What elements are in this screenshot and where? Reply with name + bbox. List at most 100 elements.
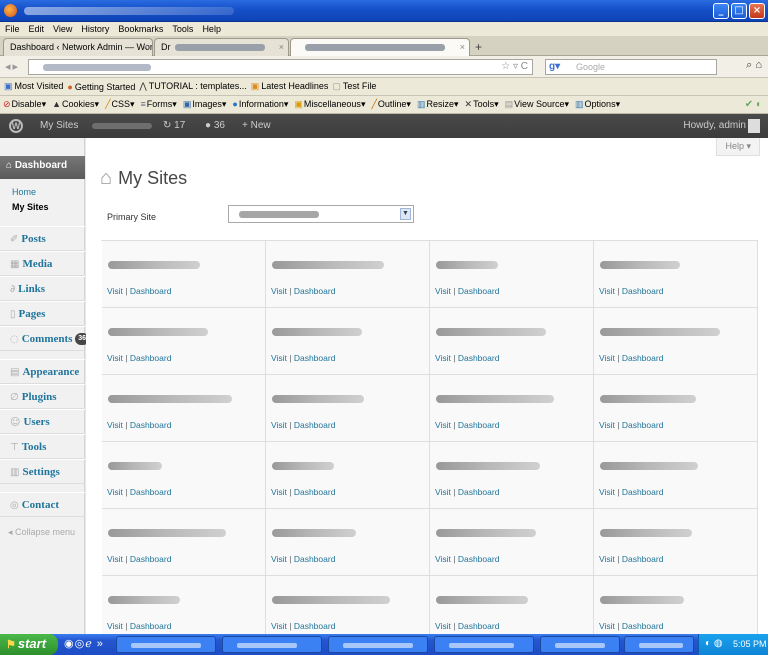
site-name-redacted[interactable] [436,395,554,403]
dashboard-link[interactable]: Dashboard [458,353,500,363]
visit-link[interactable]: Visit [271,420,287,430]
visit-link[interactable]: Visit [271,353,287,363]
taskbar-window-5[interactable] [540,636,620,653]
sidebar-item-links[interactable]: ∂ Links [0,276,85,301]
help-tab-button[interactable]: Help ▾ [716,138,760,156]
visit-link[interactable]: Visit [435,286,451,296]
close-tab-icon[interactable]: × [279,42,284,52]
visit-link[interactable]: Visit [435,554,451,564]
dashboard-link[interactable]: Dashboard [622,353,664,363]
dev-options[interactable]: ▥Options▾ [575,99,620,110]
site-name-redacted[interactable] [600,462,698,470]
visit-link[interactable]: Visit [271,487,287,497]
visit-link[interactable]: Visit [599,420,615,430]
bookmark-getting-started[interactable]: ● Getting Started [67,82,135,92]
tab-dashboard[interactable]: Dashboard ‹ Network Admin — WordPress × [3,38,153,56]
sidebar-item-pages[interactable]: ▯ Pages [0,301,85,326]
menu-history[interactable]: History [81,24,109,34]
dev-cookies[interactable]: ▲Cookies▾ [52,99,99,110]
dashboard-link[interactable]: Dashboard [458,621,500,631]
site-name-redacted[interactable] [436,261,498,269]
back-forward-icon[interactable]: ◂▸ [5,60,20,73]
maximize-button[interactable]: □ [731,3,747,19]
collapse-menu-button[interactable]: ◂ Collapse menu [8,527,75,538]
visit-link[interactable]: Visit [599,286,615,296]
quick-launch-icons[interactable]: ◉◎ℯ » [64,637,104,650]
sidebar-item-plugins[interactable]: ∅ Plugins [0,384,85,409]
dashboard-link[interactable]: Dashboard [130,286,172,296]
site-name-redacted[interactable] [108,462,162,470]
site-name-redacted[interactable] [108,328,208,336]
site-name-redacted[interactable] [272,529,356,537]
admin-bar-site-redacted[interactable] [92,123,152,129]
site-name-redacted[interactable] [272,261,384,269]
taskbar-window-2[interactable] [222,636,322,653]
visit-link[interactable]: Visit [599,621,615,631]
site-name-redacted[interactable] [272,328,362,336]
dev-tools[interactable]: ✕Tools▾ [465,99,499,110]
close-tab-icon[interactable]: × [460,42,465,52]
dashboard-link[interactable]: Dashboard [294,353,336,363]
bookmark-tutorial[interactable]: ⋀ TUTORIAL : templates... [139,81,246,92]
taskbar-window-1[interactable] [116,636,216,653]
visit-link[interactable]: Visit [435,487,451,497]
sidebar-item-appearance[interactable]: ▤ Appearance [0,359,85,384]
dashboard-link[interactable]: Dashboard [130,554,172,564]
admin-bar-updates[interactable]: ↻ 17 [163,120,185,131]
sidebar-item-tools[interactable]: ⊤ Tools [0,434,85,459]
site-name-redacted[interactable] [436,462,540,470]
bookmark-most-visited[interactable]: ▣ Most Visited [4,81,63,92]
visit-link[interactable]: Visit [107,353,123,363]
visit-link[interactable]: Visit [435,353,451,363]
visit-link[interactable]: Visit [435,420,451,430]
menu-bookmarks[interactable]: Bookmarks [118,24,163,34]
dev-miscellaneous[interactable]: ▣Miscellaneous▾ [294,99,365,110]
menu-view[interactable]: View [53,24,72,34]
dashboard-link[interactable]: Dashboard [458,487,500,497]
home-icon[interactable]: ⌕ ⌂ [746,59,762,72]
sidebar-item-dashboard[interactable]: ⌂ Dashboard [0,156,85,179]
minimize-button[interactable]: _ [713,3,729,19]
dev-view-source[interactable]: ▤View Source▾ [505,99,569,110]
site-name-redacted[interactable] [108,395,232,403]
visit-link[interactable]: Visit [271,621,287,631]
visit-link[interactable]: Visit [107,286,123,296]
sidebar-item-settings[interactable]: ▥ Settings [0,459,85,484]
site-name-redacted[interactable] [600,596,684,604]
sidebar-item-media[interactable]: ▦ Media [0,251,85,276]
dashboard-link[interactable]: Dashboard [458,420,500,430]
dashboard-link[interactable]: Dashboard [130,621,172,631]
site-name-redacted[interactable] [436,596,528,604]
site-name-redacted[interactable] [108,596,180,604]
dashboard-link[interactable]: Dashboard [294,420,336,430]
site-name-redacted[interactable] [272,395,364,403]
dashboard-link[interactable]: Dashboard [622,286,664,296]
visit-link[interactable]: Visit [599,353,615,363]
site-name-redacted[interactable] [436,529,536,537]
new-tab-button[interactable]: + [475,40,482,54]
visit-link[interactable]: Visit [271,286,287,296]
site-name-redacted[interactable] [600,529,692,537]
dashboard-link[interactable]: Dashboard [458,286,500,296]
dashboard-link[interactable]: Dashboard [622,621,664,631]
dashboard-link[interactable]: Dashboard [622,487,664,497]
tray-icons[interactable]: ◐ ◍ [705,638,723,649]
sidebar-item-comments[interactable]: ◌ Comments 36 [0,326,89,351]
dashboard-link[interactable]: Dashboard [130,420,172,430]
avatar[interactable] [748,119,760,133]
visit-link[interactable]: Visit [107,420,123,430]
close-button[interactable]: × [749,3,765,19]
wordpress-logo-icon[interactable]: W [9,119,23,133]
menu-help[interactable]: Help [202,24,221,34]
visit-link[interactable]: Visit [107,621,123,631]
taskbar-window-6[interactable] [624,636,694,653]
visit-link[interactable]: Visit [435,621,451,631]
visit-link[interactable]: Visit [599,487,615,497]
dashboard-link[interactable]: Dashboard [458,554,500,564]
dev-information[interactable]: ●Information▾ [232,99,288,110]
taskbar-window-4[interactable] [434,636,534,653]
dev-css[interactable]: ╱CSS▾ [105,99,134,110]
dashboard-link[interactable]: Dashboard [294,554,336,564]
menu-edit[interactable]: Edit [29,24,45,34]
dashboard-link[interactable]: Dashboard [294,487,336,497]
